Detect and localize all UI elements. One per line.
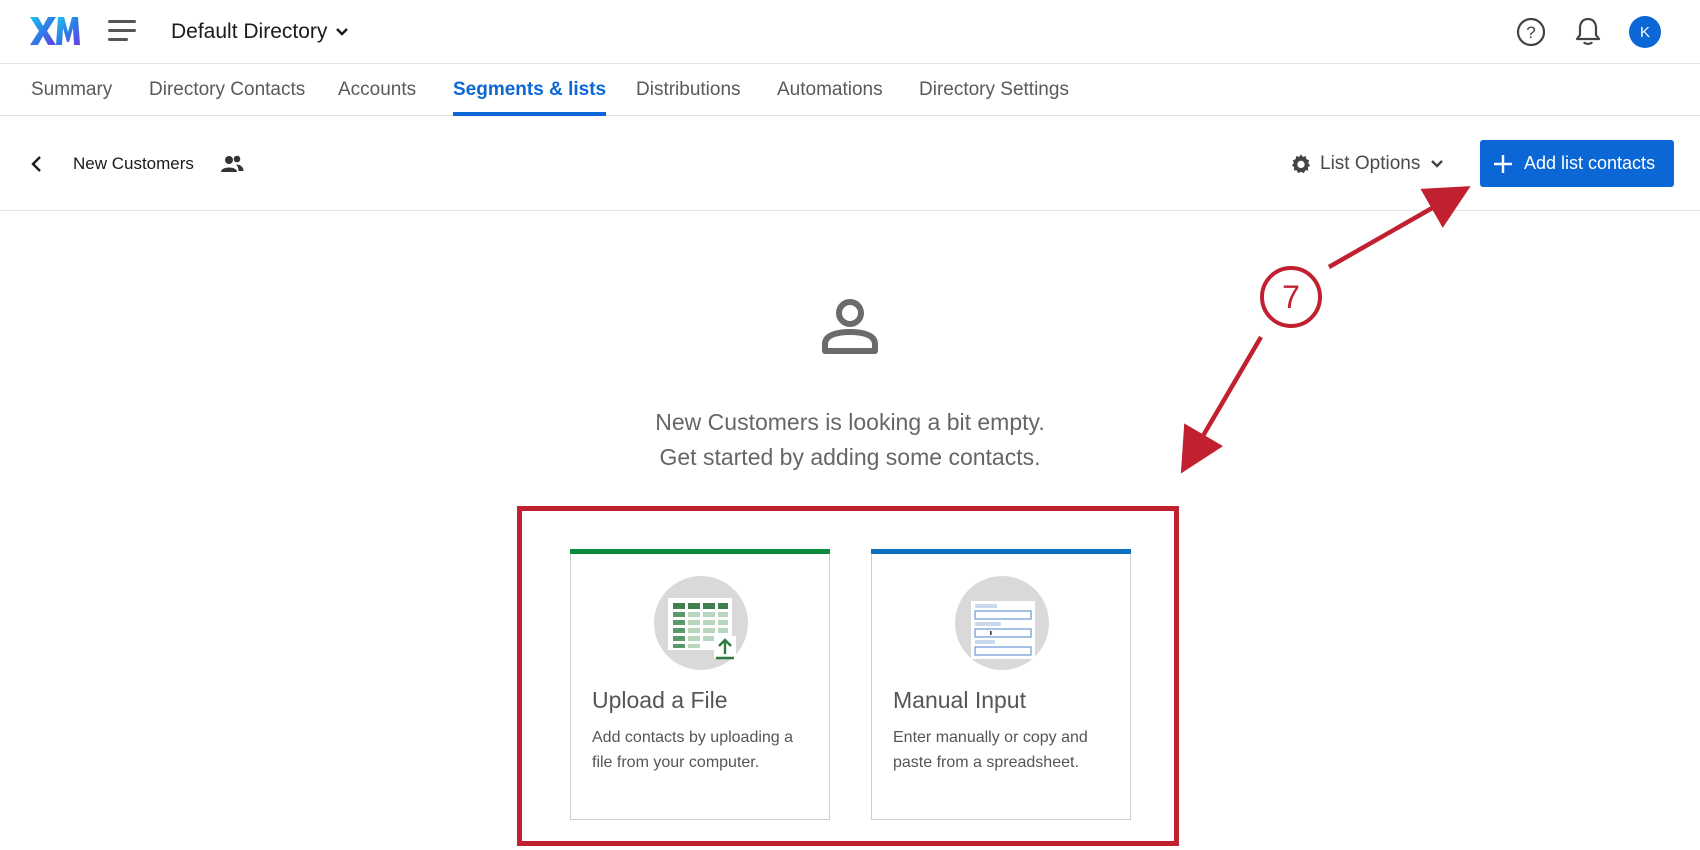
add-list-contacts-label: Add list contacts xyxy=(1524,153,1656,173)
directory-select[interactable]: Default Directory xyxy=(171,18,349,46)
empty-state-message: New Customers is looking a bit empty. xyxy=(655,409,1045,435)
xm-logo-icon[interactable]: XM xyxy=(29,14,81,48)
bell-icon[interactable] xyxy=(1574,16,1602,46)
annotation-highlight-box xyxy=(517,506,1179,846)
tab-accounts[interactable]: Accounts xyxy=(338,64,416,116)
list-options-label: List Options xyxy=(1320,153,1421,174)
avatar[interactable]: K xyxy=(1629,16,1661,48)
tab-segments-lists[interactable]: Segments & lists xyxy=(453,64,607,116)
chevron-left-icon[interactable] xyxy=(27,152,47,176)
tab-directory-settings[interactable]: Directory Settings xyxy=(919,64,1069,116)
add-list-contacts-button[interactable]: Add list contacts xyxy=(1480,140,1674,187)
tab-distributions[interactable]: Distributions xyxy=(636,64,741,116)
top-header: XM Default Directory ? K xyxy=(0,0,1700,64)
directory-nav-tabs: Summary Directory Contacts Accounts Segm… xyxy=(0,64,1700,116)
empty-state-hint: Get started by adding some contacts. xyxy=(659,444,1041,470)
help-icon[interactable]: ? xyxy=(1516,17,1546,47)
tab-summary[interactable]: Summary xyxy=(31,64,112,116)
directory-label: Default Directory xyxy=(171,20,328,43)
svg-text:?: ? xyxy=(1526,23,1535,42)
tab-automations[interactable]: Automations xyxy=(777,64,883,116)
person-icon xyxy=(820,296,880,356)
list-header: New Customers List Options Add list cont… xyxy=(0,116,1700,211)
chevron-down-icon xyxy=(336,28,349,36)
people-icon xyxy=(220,152,244,176)
hamburger-menu-icon[interactable] xyxy=(108,20,136,42)
chevron-down-icon xyxy=(1431,160,1444,168)
annotation-step-badge: 7 xyxy=(1260,266,1322,328)
tab-directory-contacts[interactable]: Directory Contacts xyxy=(149,64,305,116)
gear-icon xyxy=(1291,154,1311,174)
plus-icon xyxy=(1494,154,1512,173)
list-options-button[interactable]: List Options xyxy=(1290,148,1444,180)
list-title: New Customers xyxy=(73,154,194,173)
